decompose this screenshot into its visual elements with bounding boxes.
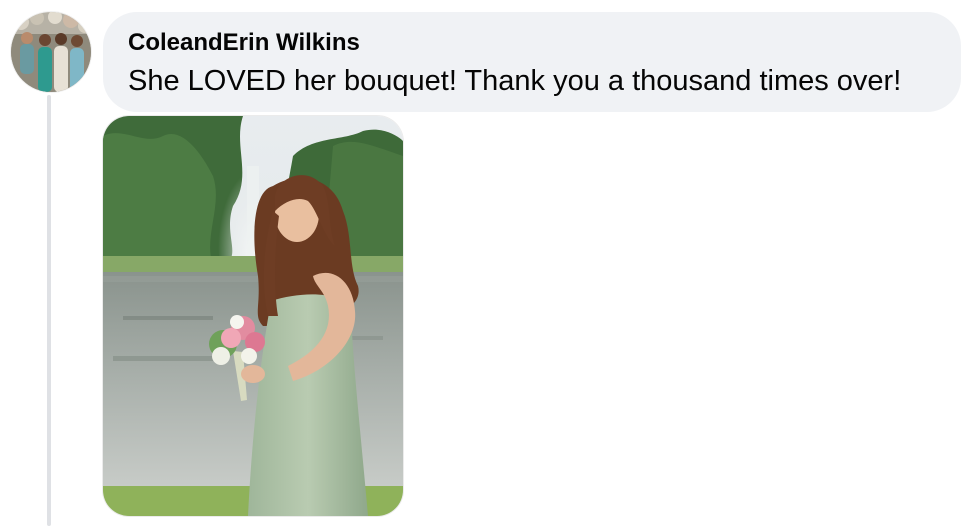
comment-thread: ColeandErin Wilkins She LOVED her bouque…: [0, 0, 967, 526]
comment-author-name[interactable]: ColeandErin Wilkins: [128, 29, 961, 57]
author-avatar[interactable]: [11, 12, 91, 92]
avatar-image: [11, 12, 91, 92]
thread-connector-line: [47, 95, 51, 526]
comment-bubble: ColeandErin Wilkins She LOVED her bouque…: [103, 12, 961, 112]
photo-image: [103, 116, 403, 516]
comment-text: She LOVED her bouquet! Thank you a thous…: [128, 65, 902, 97]
comment-photo-attachment[interactable]: [103, 116, 403, 516]
